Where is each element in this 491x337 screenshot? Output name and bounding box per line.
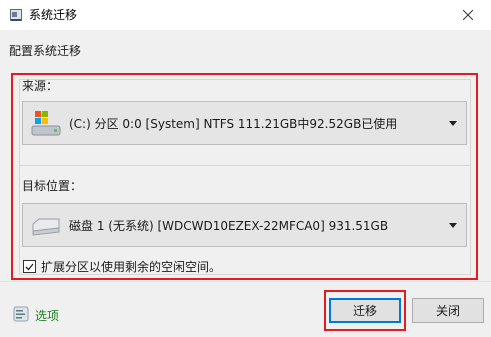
title-bar: 系统迁移 — [0, 0, 491, 30]
check-icon — [25, 263, 34, 270]
section-title: 配置系统迁移 — [9, 44, 82, 58]
app-icon — [8, 7, 24, 23]
close-button[interactable]: 关闭 — [412, 298, 484, 323]
options-label: 选项 — [35, 309, 60, 323]
window-title: 系统迁移 — [29, 8, 78, 22]
extend-partition-option[interactable]: 扩展分区以使用剩余的空闲空间。 — [23, 258, 221, 275]
close-icon — [463, 10, 473, 20]
footer-separator — [0, 281, 491, 282]
dialog-content: 配置系统迁移 来源： (C:) 分区 0:0 [System] NTFS 111… — [0, 30, 491, 337]
migrate-button[interactable]: 迁移 — [329, 298, 401, 323]
extend-partition-checkbox[interactable] — [23, 260, 36, 273]
options-link[interactable]: 选项 — [12, 305, 59, 326]
close-window-button[interactable] — [445, 0, 491, 30]
options-icon — [12, 305, 30, 326]
system-migration-dialog: 系统迁移 配置系统迁移 来源： (C:) 分区 0:0 [System] NTF… — [0, 0, 491, 337]
extend-partition-label: 扩展分区以使用剩余的空闲空间。 — [41, 260, 222, 274]
highlight-frame — [11, 73, 478, 280]
